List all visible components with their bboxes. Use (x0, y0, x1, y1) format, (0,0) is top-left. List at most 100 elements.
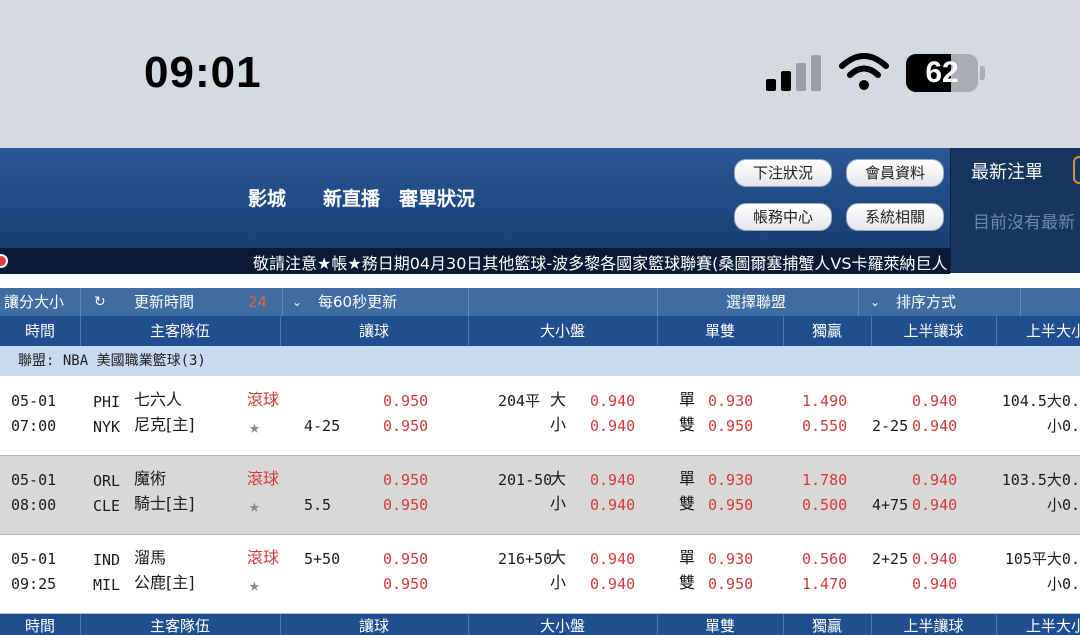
handicap-odds-home[interactable]: 0.950 (383, 574, 428, 594)
odds-toolbar: 讓分大小 ↻ 更新時間 24 ⌄ 每60秒更新 選擇聯盟 ⌄ 排序方式 (0, 288, 1080, 316)
under-label: 小 (550, 494, 567, 513)
first-half-total-top[interactable]: 105平大0. (998, 549, 1080, 569)
moneyline-away[interactable]: 1.490 (802, 391, 847, 411)
col-time: 時間 (24, 617, 55, 635)
away-team-name: 七六人 (134, 390, 183, 409)
bet-status-button[interactable]: 下注狀況 (734, 159, 832, 187)
live-badge[interactable]: 滾球 (247, 469, 279, 489)
handicap-odds-home[interactable]: 0.950 (383, 416, 428, 436)
col-1h-over-under: 上半大小 (1026, 617, 1080, 635)
moneyline-home[interactable]: 1.470 (802, 574, 847, 594)
handicap-odds-away[interactable]: 0.950 (383, 549, 428, 569)
first-half-total-top[interactable]: 103.5大0. (998, 470, 1080, 490)
home-team-name: 騎士[主] (134, 494, 195, 513)
odd-label: 單 (679, 390, 696, 409)
latest-bets-toggle[interactable] (1073, 156, 1080, 184)
col-over-under: 大小盤 (539, 617, 585, 635)
favorite-star-icon[interactable]: ★ (249, 497, 260, 517)
handicap-odds-away[interactable]: 0.950 (383, 470, 428, 490)
first-half-handicap-odds-home[interactable]: 0.940 (912, 416, 957, 436)
handicap-odds-away[interactable]: 0.950 (383, 391, 428, 411)
first-half-total-bottom[interactable]: 小0. (998, 416, 1080, 436)
over-label: 大 (550, 548, 567, 567)
home-team-name: 公鹿[主] (134, 573, 195, 592)
first-half-total-top[interactable]: 104.5大0. (998, 391, 1080, 411)
away-team-code: ORL (93, 472, 121, 490)
col-1h-handicap: 上半讓球 (903, 617, 964, 635)
market-select[interactable]: 讓分大小 (4, 288, 64, 316)
col-1h-handicap: 上半讓球 (903, 322, 964, 340)
moneyline-away[interactable]: 0.560 (802, 549, 847, 569)
even-odds[interactable]: 0.950 (708, 416, 753, 436)
col-time: 時間 (24, 322, 55, 340)
handicap-line-bottom: 4-25 (304, 417, 341, 435)
first-half-handicap-odds-home[interactable]: 0.940 (912, 495, 957, 515)
odd-odds[interactable]: 0.930 (708, 470, 753, 490)
nav-cinema[interactable]: 影城 (248, 184, 286, 211)
nav-bet-review[interactable]: 審單狀況 (399, 184, 475, 211)
battery-tip (980, 66, 985, 80)
clock: 09:01 (144, 48, 262, 97)
sort-select[interactable]: 排序方式 (896, 288, 956, 316)
account-center-button[interactable]: 帳務中心 (734, 203, 832, 231)
favorite-star-icon[interactable]: ★ (249, 418, 260, 438)
over-odds[interactable]: 0.940 (590, 391, 635, 411)
auto-refresh-select[interactable]: 每60秒更新 (318, 288, 397, 316)
first-half-handicap-odds-away[interactable]: 0.940 (912, 549, 957, 569)
first-half-handicap-line-top: 2+25 (872, 550, 909, 568)
odd-odds[interactable]: 0.930 (708, 391, 753, 411)
system-button[interactable]: 系統相關 (846, 203, 944, 231)
col-odd-even: 單雙 (704, 322, 735, 340)
first-half-handicap-odds-away[interactable]: 0.940 (912, 391, 957, 411)
odd-label: 單 (679, 548, 696, 567)
live-badge[interactable]: 滾球 (247, 390, 279, 410)
under-label: 小 (550, 573, 567, 592)
home-team-code: NYK (93, 418, 121, 436)
refresh-icon[interactable]: ↻ (94, 288, 106, 316)
league-select-button[interactable]: 選擇聯盟 (726, 288, 786, 316)
announcement-icon (0, 254, 8, 268)
announcement-text[interactable]: 敬請注意★帳★務日期04月30日其他籃球-波多黎各國家籃球聯賽(桑圖爾塞捕蟹人V… (253, 250, 948, 274)
ios-status-bar: 09:01 62 (0, 0, 1080, 148)
live-badge[interactable]: 滾球 (247, 548, 279, 568)
over-odds[interactable]: 0.940 (590, 470, 635, 490)
under-odds[interactable]: 0.940 (590, 574, 635, 594)
away-team-name: 溜馬 (134, 548, 167, 567)
chevron-down-icon[interactable]: ⌄ (292, 288, 302, 316)
first-half-total-bottom[interactable]: 小0. (998, 574, 1080, 594)
col-handicap: 讓球 (358, 617, 389, 635)
handicap-odds-home[interactable]: 0.950 (383, 495, 428, 515)
moneyline-home[interactable]: 0.550 (802, 416, 847, 436)
under-label: 小 (550, 415, 567, 434)
member-info-button[interactable]: 會員資料 (846, 159, 944, 187)
col-moneyline: 獨贏 (811, 322, 842, 340)
league-row[interactable]: 聯盟: NBA 美國職業籃球(3) (0, 346, 1080, 376)
site-header: 影城 新直播 審單狀況 下注狀況 會員資料 帳務中心 系統相關 最新注單 目前沒… (0, 148, 1080, 273)
first-half-handicap-odds-home[interactable]: 0.940 (912, 574, 957, 594)
spacer (0, 274, 1080, 288)
odd-label: 單 (679, 469, 696, 488)
latest-bets-empty: 目前沒有最新 (973, 213, 1075, 233)
over-odds[interactable]: 0.940 (590, 549, 635, 569)
even-odds[interactable]: 0.950 (708, 495, 753, 515)
favorite-star-icon[interactable]: ★ (249, 576, 260, 596)
moneyline-home[interactable]: 0.500 (802, 495, 847, 515)
first-half-handicap-odds-away[interactable]: 0.940 (912, 470, 957, 490)
away-team-code: IND (93, 551, 121, 569)
refresh-time-button[interactable]: 更新時間 (134, 288, 194, 316)
under-odds[interactable]: 0.940 (590, 495, 635, 515)
odd-odds[interactable]: 0.930 (708, 549, 753, 569)
even-odds[interactable]: 0.950 (708, 574, 753, 594)
under-odds[interactable]: 0.940 (590, 416, 635, 436)
nav-new-live[interactable]: 新直播 (323, 184, 380, 211)
chevron-down-icon[interactable]: ⌄ (870, 288, 880, 316)
table-row: 05-01 08:00 ORL 魔術 CLE 騎士[主] 滾球 ★ 5.5 0.950 0.950 2… (0, 456, 1080, 534)
total-line: 201-50 (498, 471, 553, 489)
first-half-total-bottom[interactable]: 小0. (998, 495, 1080, 515)
first-half-handicap-line-bottom: 2-25 (872, 417, 909, 435)
total-line: 204平 (498, 392, 541, 410)
away-team-code: PHI (93, 393, 121, 411)
col-over-under: 大小盤 (539, 322, 585, 340)
handicap-line-bottom: 5.5 (304, 496, 332, 514)
moneyline-away[interactable]: 1.780 (802, 470, 847, 490)
